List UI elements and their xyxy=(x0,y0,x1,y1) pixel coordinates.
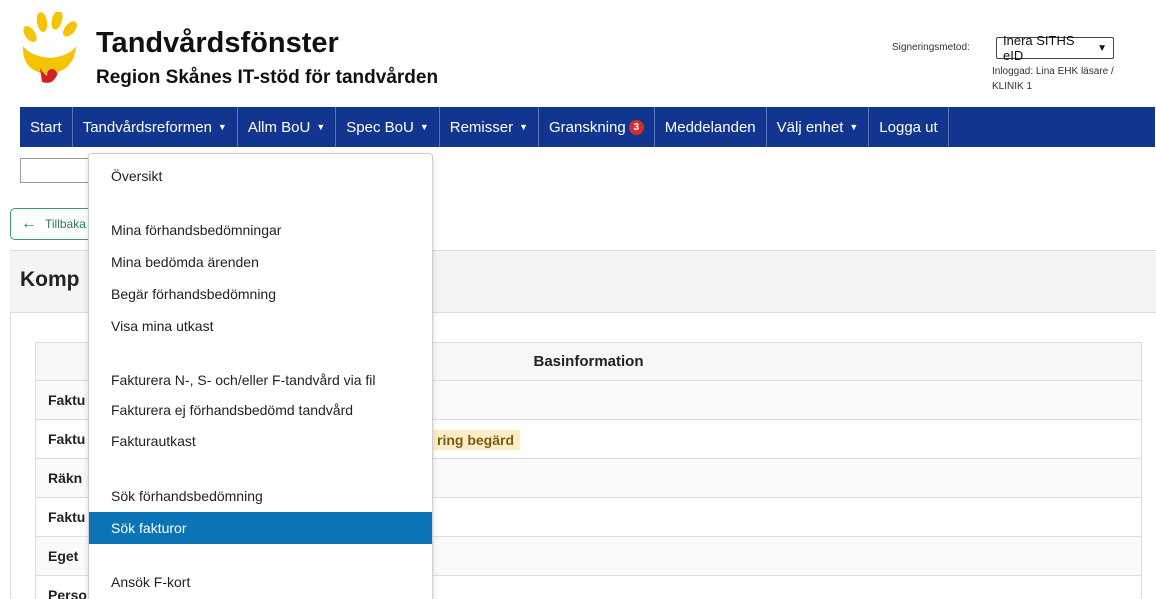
region-skane-logo-icon xyxy=(22,12,77,83)
page: Tandvårdsfönster Region Skånes IT-stöd f… xyxy=(0,0,1156,599)
nav-spec-bou[interactable]: Spec BoU ▼ xyxy=(336,107,440,147)
menu-item-visa-mina-utkast[interactable]: Visa mina utkast xyxy=(89,310,432,342)
caret-down-icon: ▼ xyxy=(316,122,326,132)
caret-down-icon: ▼ xyxy=(519,122,529,132)
nav-valj-enhet-label: Välj enhet xyxy=(776,118,844,136)
logged-in-unit: KLINIK 1 xyxy=(992,81,1033,92)
row-label: Eget xyxy=(48,548,79,564)
nav-meddelanden-label: Meddelanden xyxy=(664,118,756,136)
nav-spec-bou-label: Spec BoU xyxy=(346,118,414,136)
back-button-label: Tillbaka xyxy=(45,217,86,231)
arrow-left-icon: ← xyxy=(21,215,37,232)
nav-granskning[interactable]: Granskning 3 xyxy=(539,107,655,147)
menu-item-fakturera-via-fil[interactable]: Fakturera N-, S- och/eller F-tandvård vi… xyxy=(89,364,432,396)
nav-tandvardsreformen[interactable]: Tandvårdsreformen ▼ xyxy=(73,107,238,147)
row-label: Faktu xyxy=(48,431,86,447)
signing-method-label: Signeringsmetod: xyxy=(892,42,970,53)
menu-item-fakturera-ej-forhandsbedomd[interactable]: Fakturera ej förhandsbedömd tandvård xyxy=(89,394,432,426)
nav-logga-ut-label: Logga ut xyxy=(879,118,938,136)
app-subtitle: Region Skånes IT-stöd för tandvården xyxy=(96,67,439,88)
main-nav: Start Tandvårdsreformen ▼ Allm BoU ▼ Spec … xyxy=(20,107,1155,147)
logged-in-user: Inloggad: Lina EHK läsare / xyxy=(992,66,1114,77)
menu-item-fakturautkast[interactable]: Fakturautkast xyxy=(89,425,432,457)
nav-start[interactable]: Start xyxy=(20,107,73,147)
nav-valj-enhet[interactable]: Välj enhet ▼ xyxy=(767,107,870,147)
panel-title: Komp xyxy=(20,268,80,291)
menu-item-oversikt[interactable]: Översikt xyxy=(89,160,432,192)
nav-remisser-label: Remisser xyxy=(449,118,514,136)
app-title: Tandvårdsfönster xyxy=(96,27,339,59)
menu-item-mina-forhandsbedomningar[interactable]: Mina förhandsbedömningar xyxy=(89,214,432,246)
back-button[interactable]: ← Tillbaka xyxy=(10,208,100,240)
nav-start-label: Start xyxy=(30,118,62,136)
nav-logga-ut[interactable]: Logga ut xyxy=(869,107,949,147)
row-label: Räkn xyxy=(48,470,83,486)
nav-meddelanden[interactable]: Meddelanden xyxy=(655,107,767,147)
notification-badge: 3 xyxy=(628,119,644,135)
nav-allm-bou-label: Allm BoU xyxy=(247,118,311,136)
nav-allm-bou[interactable]: Allm BoU ▼ xyxy=(238,107,337,147)
nav-remisser[interactable]: Remisser ▼ xyxy=(440,107,540,147)
row-label: Faktu xyxy=(48,392,86,408)
logged-in-info: Inloggad: Lina EHK läsare / KLINIK 1 xyxy=(992,64,1152,94)
status-badge: ring begärd xyxy=(431,430,521,450)
menu-item-ansok-f-kort[interactable]: Ansök F-kort xyxy=(89,566,432,598)
menu-item-mina-bedomda-arenden[interactable]: Mina bedömda ärenden xyxy=(89,246,432,278)
caret-down-icon: ▼ xyxy=(217,122,227,132)
caret-down-icon: ▼ xyxy=(849,122,859,132)
menu-item-sok-fakturor[interactable]: Sök fakturor xyxy=(89,512,432,544)
row-label: Faktu xyxy=(48,509,86,525)
caret-down-icon: ▼ xyxy=(419,122,429,132)
row-label: Perso xyxy=(48,587,87,599)
signing-method-value: Inera SITHS eID xyxy=(1003,33,1075,63)
signing-method-select[interactable]: Inera SITHS eID ▼ xyxy=(996,33,1114,63)
chevron-down-icon: ▼ xyxy=(1097,42,1107,54)
nav-granskning-label: Granskning xyxy=(549,118,626,136)
tandvardsreformen-dropdown: Översikt Mina förhandsbedömningar Mina b… xyxy=(88,153,433,599)
menu-item-sok-forhandsbedomning[interactable]: Sök förhandsbedömning xyxy=(89,480,432,512)
menu-item-begar-forhandsbedomning[interactable]: Begär förhandsbedömning xyxy=(89,278,432,310)
nav-tandvardsreformen-label: Tandvårdsreformen xyxy=(82,118,212,136)
